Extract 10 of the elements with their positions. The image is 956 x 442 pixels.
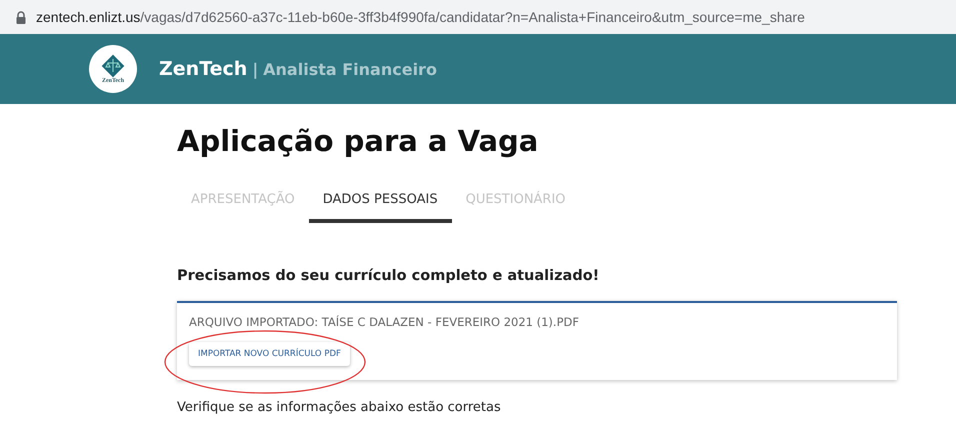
page-title: Aplicação para a Vaga	[177, 124, 540, 160]
section-heading: Precisamos do seu currículo completo e atualizado!	[177, 268, 600, 284]
instruction-text: Verifique se as informações abaixo estão corretas	[177, 400, 502, 415]
company-name: ZenTech	[159, 58, 248, 80]
import-resume-button[interactable]: IMPORTAR NOVO CURRÍCULO PDF	[189, 342, 350, 366]
title-separator: |	[252, 60, 258, 79]
imported-file-label: ARQUIVO IMPORTADO: TAÍSE C DALAZEN - FEVEREIRO 2021 (1).PDF	[189, 315, 580, 329]
lock-icon	[16, 10, 26, 24]
job-title: Analista Financeiro	[263, 60, 437, 79]
tab[interactable]: DADOS PESSOAIS	[308, 182, 452, 223]
